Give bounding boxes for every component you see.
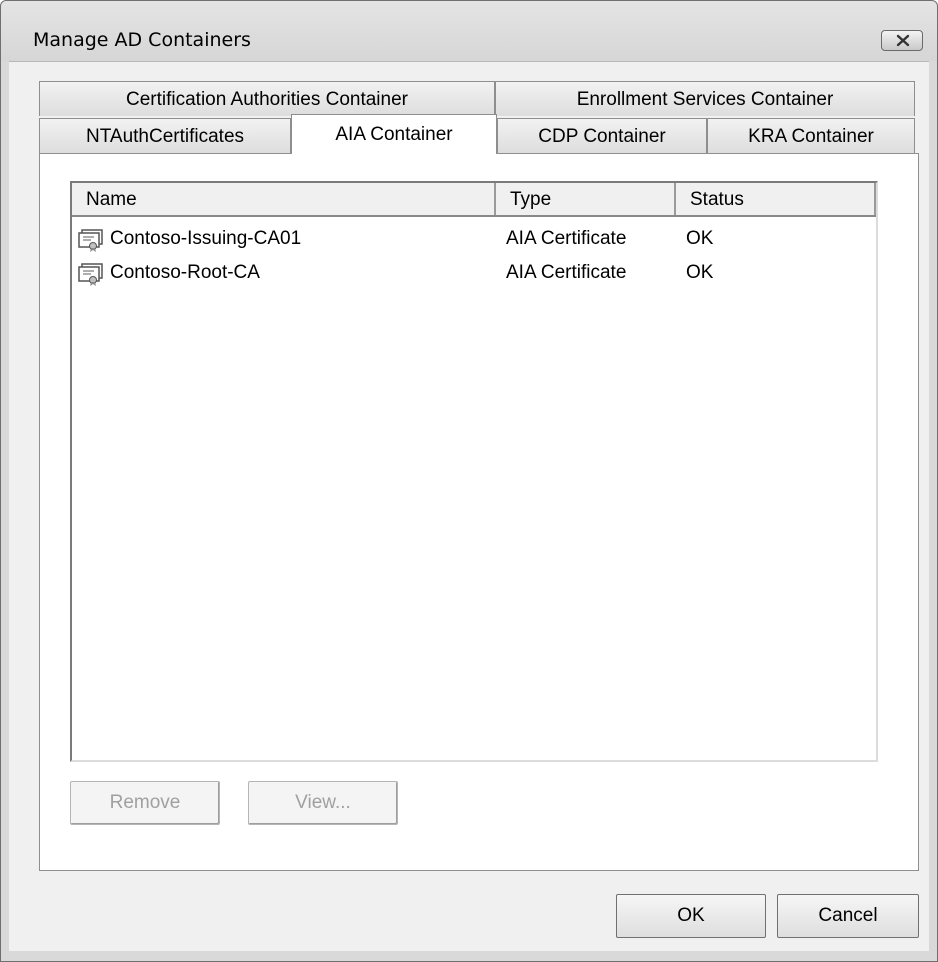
view-button[interactable]: View... bbox=[248, 781, 398, 825]
list-item-status: OK bbox=[686, 262, 714, 283]
column-header-name[interactable]: Name bbox=[72, 183, 496, 215]
list-item-type: AIA Certificate bbox=[506, 228, 627, 249]
list-item-name: Contoso-Issuing-CA01 bbox=[110, 228, 302, 249]
certificate-icon bbox=[78, 263, 103, 286]
tab-aia-container[interactable]: AIA Container bbox=[291, 114, 497, 154]
column-header-type[interactable]: Type bbox=[496, 183, 676, 215]
list-item-type: AIA Certificate bbox=[506, 262, 627, 283]
aia-container-panel: Name Type Status Contoso-Issuing-CA01 AI… bbox=[39, 153, 919, 871]
dialog-window: Manage AD Containers Certification Autho… bbox=[0, 0, 938, 962]
column-header-status[interactable]: Status bbox=[676, 183, 876, 215]
dialog-client-area: Certification Authorities Container Enro… bbox=[9, 61, 929, 951]
list-item[interactable]: Contoso-Issuing-CA01 AIA Certificate OK bbox=[76, 223, 872, 255]
ok-button[interactable]: OK bbox=[616, 894, 766, 938]
certificate-icon bbox=[78, 229, 103, 252]
title-bar[interactable]: Manage AD Containers bbox=[1, 1, 937, 61]
tab-enrollment-services-container[interactable]: Enrollment Services Container bbox=[495, 81, 915, 116]
tab-cdp-container[interactable]: CDP Container bbox=[497, 118, 707, 153]
list-header: Name Type Status bbox=[72, 183, 876, 217]
list-item-name: Contoso-Root-CA bbox=[110, 262, 260, 283]
tab-certification-authorities-container[interactable]: Certification Authorities Container bbox=[39, 81, 495, 116]
cancel-button[interactable]: Cancel bbox=[777, 894, 919, 938]
list-item-status: OK bbox=[686, 228, 714, 249]
tab-kra-container[interactable]: KRA Container bbox=[707, 118, 915, 153]
window-title: Manage AD Containers bbox=[33, 29, 251, 51]
certificate-list[interactable]: Name Type Status Contoso-Issuing-CA01 AI… bbox=[70, 181, 878, 762]
remove-button[interactable]: Remove bbox=[70, 781, 220, 825]
close-icon bbox=[896, 34, 910, 47]
close-button[interactable] bbox=[881, 30, 923, 51]
list-item[interactable]: Contoso-Root-CA AIA Certificate OK bbox=[76, 257, 872, 289]
tab-ntauthcertificates[interactable]: NTAuthCertificates bbox=[39, 118, 291, 153]
